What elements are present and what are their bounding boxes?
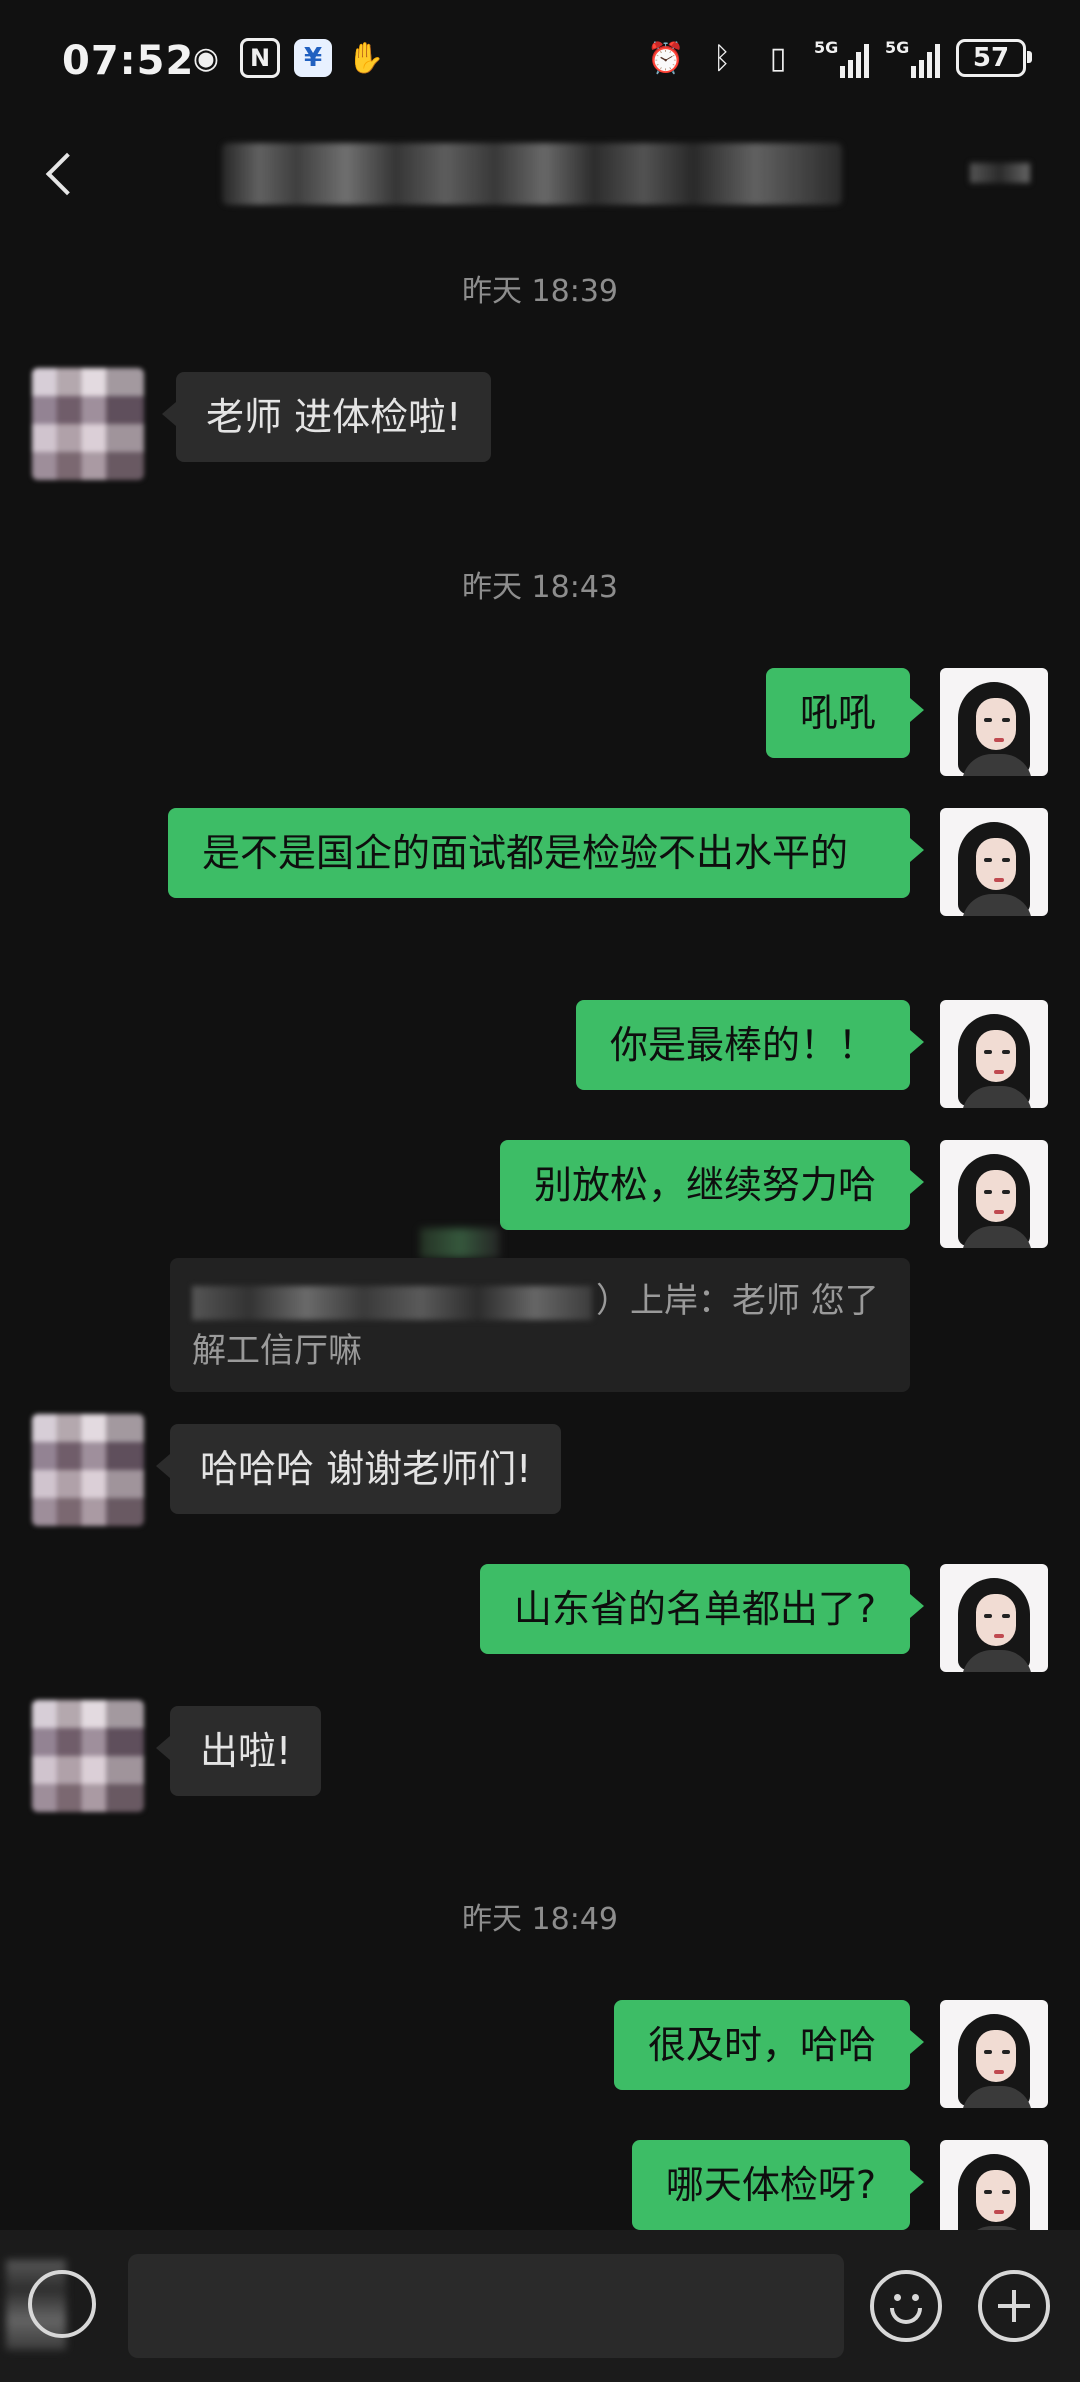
plus-icon[interactable] [978, 2270, 1050, 2342]
quoted-sender-blurred [192, 1285, 592, 1320]
contact-avatar[interactable] [32, 368, 144, 480]
hand-icon: ✋ [347, 40, 385, 76]
self-avatar[interactable] [940, 668, 1048, 776]
contact-avatar[interactable] [32, 1414, 144, 1526]
chat-header [0, 125, 1080, 225]
status-bar: 07:52 ◉ N ¥ ✋ ⏰ ᛒ ▯ 5G 5G 57 [0, 0, 1080, 125]
status-left-icons: ◉ N ¥ ✋ [186, 38, 386, 78]
voice-input-icon[interactable] [28, 2270, 96, 2338]
message-outgoing[interactable]: 别放松，继续努力哈 [499, 1140, 925, 1230]
message-outgoing[interactable]: 很及时，哈哈 [613, 2000, 925, 2090]
quote-indicator [420, 1228, 500, 1258]
signal-5g-icon: 5G [814, 38, 869, 78]
self-avatar[interactable] [940, 1564, 1048, 1672]
input-bar [0, 2230, 1080, 2382]
message-outgoing[interactable]: 山东省的名单都出了? [479, 1564, 925, 1654]
vibrate-icon: ▯ [769, 40, 787, 76]
app-icon: ¥ [294, 39, 332, 77]
bluetooth-icon: ᛒ [713, 40, 731, 76]
self-avatar[interactable] [940, 1140, 1048, 1248]
signal-5g-icon-2: 5G [885, 38, 940, 78]
network-label-2: 5G [885, 38, 910, 57]
back-arrow-icon[interactable] [40, 145, 80, 205]
nfc-icon: N [240, 38, 280, 78]
message-incoming[interactable]: 哈哈哈 谢谢老师们! [155, 1424, 562, 1514]
status-right-icons: ⏰ ᛒ ▯ 5G 5G 57 [646, 38, 1032, 78]
eye-icon: ◉ [192, 40, 220, 76]
timestamp: 昨天 18:49 [462, 1902, 618, 1937]
timestamp: 昨天 18:39 [462, 274, 618, 309]
self-avatar[interactable] [940, 2000, 1048, 2108]
self-avatar[interactable] [940, 808, 1048, 916]
more-options-icon[interactable] [970, 163, 1030, 183]
battery-icon: 57 [956, 39, 1032, 77]
message-incoming[interactable]: 老师 进体检啦! [161, 372, 492, 462]
message-input[interactable] [128, 2254, 844, 2358]
self-avatar[interactable] [940, 1000, 1048, 1108]
timestamp: 昨天 18:43 [462, 570, 618, 605]
message-outgoing[interactable]: 哪天体检呀? [631, 2140, 925, 2230]
alarm-icon: ⏰ [647, 40, 685, 76]
emoji-icon[interactable] [870, 2270, 942, 2342]
message-outgoing[interactable]: 吼吼 [765, 668, 925, 758]
message-outgoing[interactable]: 你是最棒的！！ [575, 1000, 925, 1090]
quoted-reply[interactable]: ）上岸：老师 您了解工信厅嘛 [170, 1258, 910, 1392]
chat-title-blurred [222, 143, 842, 205]
status-time: 07:52 [62, 38, 195, 84]
contact-avatar[interactable] [32, 1700, 144, 1812]
message-incoming[interactable]: 出啦! [155, 1706, 322, 1796]
network-label: 5G [814, 38, 839, 57]
battery-level: 57 [972, 43, 1010, 73]
message-outgoing[interactable]: 是不是国企的面试都是检验不出水平的 [168, 808, 924, 898]
